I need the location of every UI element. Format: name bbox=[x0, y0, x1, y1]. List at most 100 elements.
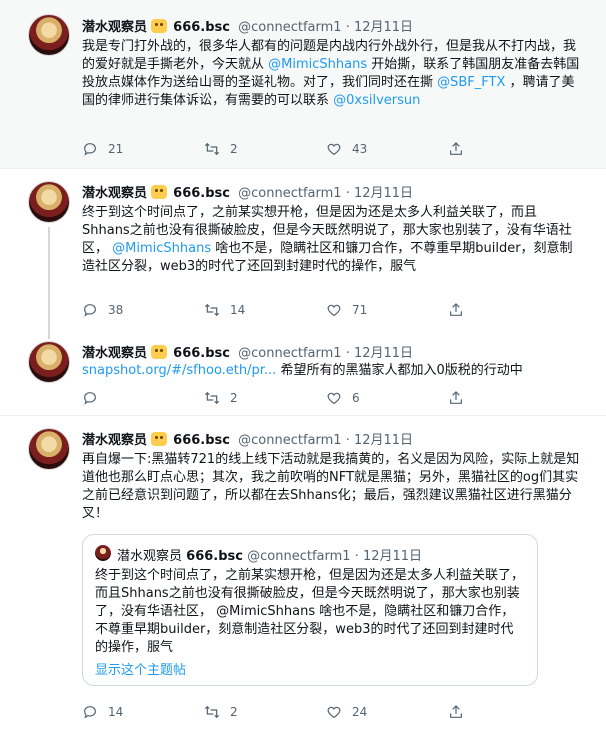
share-button[interactable] bbox=[448, 141, 474, 157]
cat-emoji-icon bbox=[151, 432, 168, 446]
reply-icon bbox=[84, 304, 96, 317]
like-button[interactable]: 43 bbox=[326, 141, 367, 157]
thread-line bbox=[48, 329, 50, 339]
retweet-count: 14 bbox=[230, 303, 246, 317]
retweet-button[interactable]: 2 bbox=[204, 141, 238, 157]
share-button[interactable] bbox=[448, 704, 474, 720]
text-segment: 希望所有的黑猫家人都加入0版税的行动中 bbox=[276, 363, 523, 378]
mention-link[interactable]: @MimicShhans bbox=[112, 241, 211, 256]
tweet-header: 潜水观察员 666.bsc @connectfarm1 · 12月11日 bbox=[82, 429, 413, 448]
tweet-text: 终于到这个时间点了，之前某实想开枪，但是因为还是太多人利益关联了，而且Shhan… bbox=[82, 204, 582, 276]
quote-timestamp: 12月11日 bbox=[362, 549, 423, 564]
like-button[interactable]: 6 bbox=[326, 390, 360, 406]
like-count: 43 bbox=[352, 142, 368, 156]
quote-header: 潜水观察员 666.bsc @connectfarm1 · 12月11日 bbox=[117, 545, 422, 564]
show-thread-link[interactable]: 显示这个主题帖 bbox=[95, 659, 186, 678]
retweet-button[interactable]: 2 bbox=[204, 704, 238, 720]
name-tag: 666.bsc bbox=[173, 346, 230, 361]
share-button[interactable] bbox=[448, 302, 474, 318]
tweet-text: 再自爆一下:黑猫转721的线上线下活动就是我搞黄的，名义是因为风险，实际上就是知… bbox=[82, 451, 582, 523]
like-button[interactable]: 71 bbox=[326, 302, 367, 318]
cat-emoji-icon bbox=[151, 19, 168, 33]
tweet-actions: 2 6 bbox=[82, 390, 482, 408]
timestamp[interactable]: 12月11日 bbox=[354, 433, 413, 448]
display-name[interactable]: 潜水观察员 bbox=[82, 346, 147, 361]
separator-dot: · bbox=[345, 346, 350, 361]
tweet-2[interactable]: 潜水观察员 666.bsc @connectfarm1 · 12月11日 终于到… bbox=[0, 169, 606, 329]
name-tag: 666.bsc bbox=[173, 186, 230, 201]
reply-count: 21 bbox=[108, 142, 124, 156]
mention-link[interactable]: @SBF_FTX bbox=[437, 75, 505, 90]
quote-name-tag: 666.bsc bbox=[186, 549, 243, 564]
retweet-icon bbox=[204, 142, 220, 156]
name-tag: 666.bsc bbox=[173, 433, 230, 448]
tweet-4[interactable]: 潜水观察员 666.bsc @connectfarm1 · 12月11日 再自爆… bbox=[0, 416, 606, 746]
tweet-text: 我是专门打外战的，很多华人都有的问题是内战内行外战外行，但是我从不打内战，我的爱… bbox=[82, 38, 582, 110]
like-button[interactable]: 24 bbox=[326, 704, 367, 720]
avatar[interactable] bbox=[28, 14, 70, 56]
display-name[interactable]: 潜水观察员 bbox=[82, 186, 147, 201]
share-icon bbox=[450, 142, 462, 155]
tweet-actions: 14 2 24 bbox=[82, 704, 482, 722]
cat-emoji-icon bbox=[151, 185, 168, 199]
retweet-button[interactable]: 14 bbox=[204, 302, 245, 318]
quote-display-name: 潜水观察员 bbox=[117, 549, 183, 564]
tweet-actions: 38 14 71 bbox=[82, 302, 482, 320]
quote-handle: @connectfarm1 bbox=[247, 549, 351, 564]
reply-button[interactable]: 14 bbox=[82, 704, 123, 720]
reply-button[interactable]: 21 bbox=[82, 141, 123, 157]
heart-icon bbox=[327, 143, 341, 156]
quote-separator-dot: · bbox=[354, 549, 359, 564]
separator-dot: · bbox=[345, 20, 350, 35]
tweet-header: 潜水观察员 666.bsc @connectfarm1 · 12月11日 bbox=[82, 16, 413, 35]
reply-button[interactable]: 38 bbox=[82, 302, 123, 318]
avatar[interactable] bbox=[28, 341, 70, 383]
timestamp[interactable]: 12月11日 bbox=[354, 186, 413, 201]
timestamp[interactable]: 12月11日 bbox=[354, 20, 413, 35]
avatar[interactable] bbox=[28, 428, 70, 470]
separator-dot: · bbox=[345, 433, 350, 448]
share-icon bbox=[450, 303, 462, 316]
share-button[interactable] bbox=[448, 390, 474, 406]
reply-icon bbox=[84, 392, 96, 405]
url-link[interactable]: snapshot.org/#/sfhoo.eth/pr... bbox=[82, 363, 276, 378]
retweet-count: 2 bbox=[230, 705, 238, 719]
like-count: 24 bbox=[352, 705, 368, 719]
timestamp[interactable]: 12月11日 bbox=[354, 346, 413, 361]
quote-avatar bbox=[95, 545, 111, 561]
separator-dot: · bbox=[345, 186, 350, 201]
reply-icon bbox=[84, 706, 96, 719]
cat-emoji-icon bbox=[151, 345, 168, 359]
quoted-tweet[interactable]: 潜水观察员 666.bsc @connectfarm1 · 12月11日 终于到… bbox=[82, 534, 538, 686]
heart-icon bbox=[327, 706, 341, 719]
retweet-count: 2 bbox=[230, 391, 238, 405]
like-count: 6 bbox=[352, 391, 360, 405]
retweet-icon bbox=[204, 391, 220, 405]
thread-line bbox=[48, 227, 50, 329]
reply-button[interactable] bbox=[82, 390, 108, 406]
handle[interactable]: @connectfarm1 bbox=[238, 346, 341, 361]
retweet-icon bbox=[204, 303, 220, 317]
tweet-1[interactable]: 潜水观察员 666.bsc @connectfarm1 · 12月11日 我是专… bbox=[0, 0, 606, 168]
mention-link[interactable]: @0xsilversun bbox=[333, 93, 420, 108]
handle[interactable]: @connectfarm1 bbox=[238, 433, 341, 448]
display-name[interactable]: 潜水观察员 bbox=[82, 433, 147, 448]
retweet-button[interactable]: 2 bbox=[204, 390, 238, 406]
avatar[interactable] bbox=[28, 181, 70, 223]
display-name[interactable]: 潜水观察员 bbox=[82, 20, 147, 35]
reply-count: 38 bbox=[108, 303, 124, 317]
mention-link[interactable]: @MimicShhans bbox=[268, 57, 367, 72]
handle[interactable]: @connectfarm1 bbox=[238, 186, 341, 201]
handle[interactable]: @connectfarm1 bbox=[238, 20, 341, 35]
share-icon bbox=[450, 391, 462, 404]
text-segment: 再自爆一下:黑猫转721的线上线下活动就是我搞黄的，名义是因为风险，实际上就是知… bbox=[82, 452, 580, 521]
tweet-text: snapshot.org/#/sfhoo.eth/pr... 希望所有的黑猫家人… bbox=[82, 362, 582, 380]
reply-icon bbox=[84, 143, 96, 156]
heart-icon bbox=[327, 392, 341, 405]
retweet-icon bbox=[204, 705, 220, 719]
like-count: 71 bbox=[352, 303, 368, 317]
name-tag: 666.bsc bbox=[173, 20, 230, 35]
tweet-3[interactable]: 潜水观察员 666.bsc @connectfarm1 · 12月11日 sna… bbox=[0, 329, 606, 415]
retweet-count: 2 bbox=[230, 142, 238, 156]
tweet-header: 潜水观察员 666.bsc @connectfarm1 · 12月11日 bbox=[82, 342, 413, 361]
